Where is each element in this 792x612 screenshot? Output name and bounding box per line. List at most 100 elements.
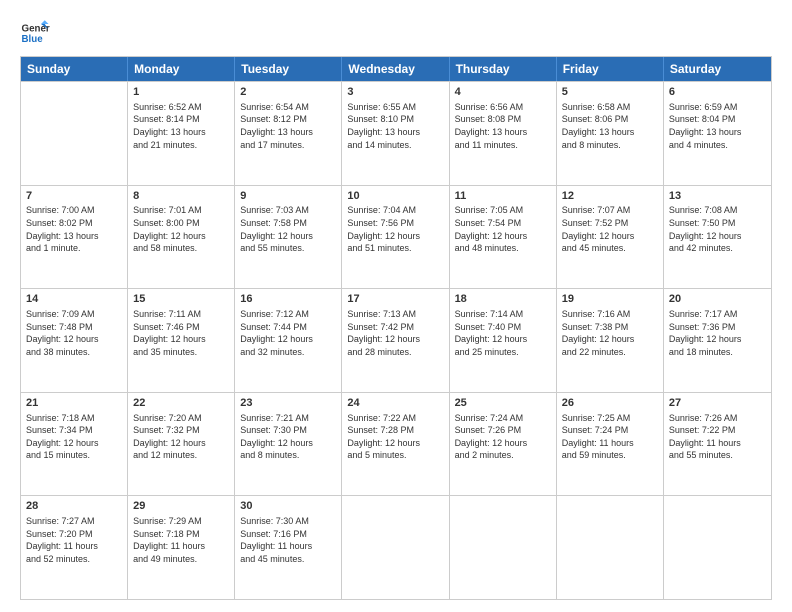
cal-cell: 24Sunrise: 7:22 AM Sunset: 7:28 PM Dayli…: [342, 393, 449, 496]
week-row-4: 28Sunrise: 7:27 AM Sunset: 7:20 PM Dayli…: [21, 495, 771, 599]
cell-info: Sunrise: 6:58 AM Sunset: 8:06 PM Dayligh…: [562, 101, 658, 151]
day-number: 6: [669, 85, 766, 100]
page-header: General Blue: [20, 18, 772, 48]
cell-info: Sunrise: 7:12 AM Sunset: 7:44 PM Dayligh…: [240, 308, 336, 358]
cal-cell: 22Sunrise: 7:20 AM Sunset: 7:32 PM Dayli…: [128, 393, 235, 496]
day-number: 3: [347, 85, 443, 100]
cal-cell: 30Sunrise: 7:30 AM Sunset: 7:16 PM Dayli…: [235, 496, 342, 599]
day-number: 25: [455, 396, 551, 411]
week-row-0: 1Sunrise: 6:52 AM Sunset: 8:14 PM Daylig…: [21, 81, 771, 185]
cal-cell: 29Sunrise: 7:29 AM Sunset: 7:18 PM Dayli…: [128, 496, 235, 599]
calendar-body: 1Sunrise: 6:52 AM Sunset: 8:14 PM Daylig…: [21, 81, 771, 599]
cell-info: Sunrise: 7:08 AM Sunset: 7:50 PM Dayligh…: [669, 204, 766, 254]
header-day-monday: Monday: [128, 57, 235, 81]
cell-info: Sunrise: 6:59 AM Sunset: 8:04 PM Dayligh…: [669, 101, 766, 151]
week-row-2: 14Sunrise: 7:09 AM Sunset: 7:48 PM Dayli…: [21, 288, 771, 392]
cell-info: Sunrise: 7:25 AM Sunset: 7:24 PM Dayligh…: [562, 412, 658, 462]
cal-cell: 1Sunrise: 6:52 AM Sunset: 8:14 PM Daylig…: [128, 82, 235, 185]
day-number: 22: [133, 396, 229, 411]
cal-cell: [21, 82, 128, 185]
day-number: 14: [26, 292, 122, 307]
cell-info: Sunrise: 7:20 AM Sunset: 7:32 PM Dayligh…: [133, 412, 229, 462]
day-number: 24: [347, 396, 443, 411]
day-number: 18: [455, 292, 551, 307]
svg-text:Blue: Blue: [22, 34, 44, 45]
cal-cell: 14Sunrise: 7:09 AM Sunset: 7:48 PM Dayli…: [21, 289, 128, 392]
cal-cell: 15Sunrise: 7:11 AM Sunset: 7:46 PM Dayli…: [128, 289, 235, 392]
header-day-sunday: Sunday: [21, 57, 128, 81]
day-number: 16: [240, 292, 336, 307]
logo: General Blue: [20, 18, 50, 48]
day-number: 15: [133, 292, 229, 307]
cal-cell: 19Sunrise: 7:16 AM Sunset: 7:38 PM Dayli…: [557, 289, 664, 392]
calendar: SundayMondayTuesdayWednesdayThursdayFrid…: [20, 56, 772, 600]
cal-cell: 18Sunrise: 7:14 AM Sunset: 7:40 PM Dayli…: [450, 289, 557, 392]
day-number: 7: [26, 189, 122, 204]
cal-cell: 28Sunrise: 7:27 AM Sunset: 7:20 PM Dayli…: [21, 496, 128, 599]
day-number: 11: [455, 189, 551, 204]
cell-info: Sunrise: 7:14 AM Sunset: 7:40 PM Dayligh…: [455, 308, 551, 358]
header-day-friday: Friday: [557, 57, 664, 81]
cal-cell: [664, 496, 771, 599]
cal-cell: 7Sunrise: 7:00 AM Sunset: 8:02 PM Daylig…: [21, 186, 128, 289]
day-number: 1: [133, 85, 229, 100]
cal-cell: 2Sunrise: 6:54 AM Sunset: 8:12 PM Daylig…: [235, 82, 342, 185]
cal-cell: [450, 496, 557, 599]
cell-info: Sunrise: 6:54 AM Sunset: 8:12 PM Dayligh…: [240, 101, 336, 151]
cal-cell: 21Sunrise: 7:18 AM Sunset: 7:34 PM Dayli…: [21, 393, 128, 496]
cell-info: Sunrise: 6:56 AM Sunset: 8:08 PM Dayligh…: [455, 101, 551, 151]
cell-info: Sunrise: 7:07 AM Sunset: 7:52 PM Dayligh…: [562, 204, 658, 254]
week-row-3: 21Sunrise: 7:18 AM Sunset: 7:34 PM Dayli…: [21, 392, 771, 496]
cell-info: Sunrise: 7:18 AM Sunset: 7:34 PM Dayligh…: [26, 412, 122, 462]
cell-info: Sunrise: 7:24 AM Sunset: 7:26 PM Dayligh…: [455, 412, 551, 462]
day-number: 30: [240, 499, 336, 514]
cal-cell: 17Sunrise: 7:13 AM Sunset: 7:42 PM Dayli…: [342, 289, 449, 392]
day-number: 29: [133, 499, 229, 514]
day-number: 21: [26, 396, 122, 411]
cell-info: Sunrise: 7:21 AM Sunset: 7:30 PM Dayligh…: [240, 412, 336, 462]
cal-cell: 3Sunrise: 6:55 AM Sunset: 8:10 PM Daylig…: [342, 82, 449, 185]
cal-cell: 13Sunrise: 7:08 AM Sunset: 7:50 PM Dayli…: [664, 186, 771, 289]
cell-info: Sunrise: 7:11 AM Sunset: 7:46 PM Dayligh…: [133, 308, 229, 358]
day-number: 26: [562, 396, 658, 411]
day-number: 13: [669, 189, 766, 204]
cal-cell: 12Sunrise: 7:07 AM Sunset: 7:52 PM Dayli…: [557, 186, 664, 289]
cell-info: Sunrise: 7:22 AM Sunset: 7:28 PM Dayligh…: [347, 412, 443, 462]
calendar-header: SundayMondayTuesdayWednesdayThursdayFrid…: [21, 57, 771, 81]
day-number: 5: [562, 85, 658, 100]
logo-icon: General Blue: [20, 18, 50, 48]
header-day-tuesday: Tuesday: [235, 57, 342, 81]
cal-cell: [342, 496, 449, 599]
day-number: 28: [26, 499, 122, 514]
day-number: 27: [669, 396, 766, 411]
cell-info: Sunrise: 7:05 AM Sunset: 7:54 PM Dayligh…: [455, 204, 551, 254]
cell-info: Sunrise: 6:52 AM Sunset: 8:14 PM Dayligh…: [133, 101, 229, 151]
cell-info: Sunrise: 7:16 AM Sunset: 7:38 PM Dayligh…: [562, 308, 658, 358]
cal-cell: 6Sunrise: 6:59 AM Sunset: 8:04 PM Daylig…: [664, 82, 771, 185]
cell-info: Sunrise: 6:55 AM Sunset: 8:10 PM Dayligh…: [347, 101, 443, 151]
day-number: 10: [347, 189, 443, 204]
cell-info: Sunrise: 7:13 AM Sunset: 7:42 PM Dayligh…: [347, 308, 443, 358]
day-number: 4: [455, 85, 551, 100]
week-row-1: 7Sunrise: 7:00 AM Sunset: 8:02 PM Daylig…: [21, 185, 771, 289]
cell-info: Sunrise: 7:03 AM Sunset: 7:58 PM Dayligh…: [240, 204, 336, 254]
header-day-saturday: Saturday: [664, 57, 771, 81]
day-number: 9: [240, 189, 336, 204]
day-number: 19: [562, 292, 658, 307]
header-day-wednesday: Wednesday: [342, 57, 449, 81]
cell-info: Sunrise: 7:17 AM Sunset: 7:36 PM Dayligh…: [669, 308, 766, 358]
cal-cell: 20Sunrise: 7:17 AM Sunset: 7:36 PM Dayli…: [664, 289, 771, 392]
cal-cell: 8Sunrise: 7:01 AM Sunset: 8:00 PM Daylig…: [128, 186, 235, 289]
cell-info: Sunrise: 7:04 AM Sunset: 7:56 PM Dayligh…: [347, 204, 443, 254]
svg-text:General: General: [22, 24, 51, 35]
day-number: 23: [240, 396, 336, 411]
cal-cell: 16Sunrise: 7:12 AM Sunset: 7:44 PM Dayli…: [235, 289, 342, 392]
day-number: 20: [669, 292, 766, 307]
cal-cell: 9Sunrise: 7:03 AM Sunset: 7:58 PM Daylig…: [235, 186, 342, 289]
cal-cell: 5Sunrise: 6:58 AM Sunset: 8:06 PM Daylig…: [557, 82, 664, 185]
cal-cell: 11Sunrise: 7:05 AM Sunset: 7:54 PM Dayli…: [450, 186, 557, 289]
cal-cell: 26Sunrise: 7:25 AM Sunset: 7:24 PM Dayli…: [557, 393, 664, 496]
day-number: 12: [562, 189, 658, 204]
cal-cell: 23Sunrise: 7:21 AM Sunset: 7:30 PM Dayli…: [235, 393, 342, 496]
day-number: 8: [133, 189, 229, 204]
